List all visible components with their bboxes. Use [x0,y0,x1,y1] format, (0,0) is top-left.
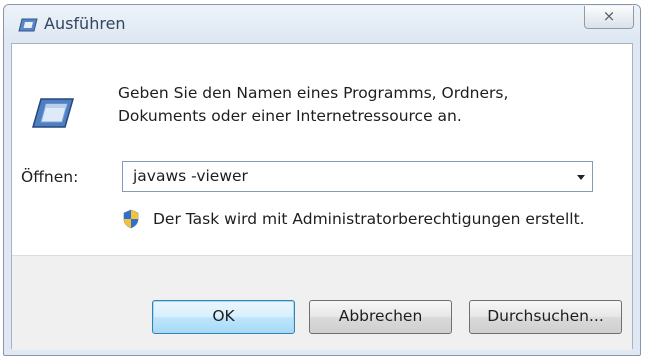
run-dialog-window: Ausführen ⨯ Geben Sie den Namen eines Pr… [3,4,641,356]
description-line-1: Geben Sie den Namen eines Programms, Ord… [118,84,509,102]
title-bar[interactable]: Ausführen ⨯ [4,5,640,43]
close-button[interactable]: ⨯ [584,6,634,29]
shield-icon [123,209,139,229]
dialog-content: Geben Sie den Namen eines Programms, Ord… [12,44,632,255]
admin-note: Der Task wird mit Administratorberechtig… [153,210,585,228]
cancel-button[interactable]: Abbrechen [309,300,452,334]
browse-button[interactable]: Durchsuchen... [469,300,622,334]
window-title: Ausführen [44,14,126,33]
dialog-description: Geben Sie den Namen eines Programms, Ord… [118,82,578,128]
open-input[interactable]: javaws -viewer [133,167,248,185]
run-icon [18,18,38,32]
description-line-2: Dokuments oder einer Internetressource a… [118,107,462,125]
open-label: Öffnen: [21,168,79,186]
open-combobox[interactable]: javaws -viewer [122,161,593,192]
dialog-client-area: Geben Sie den Namen eines Programms, Ord… [11,43,633,350]
ok-button[interactable]: OK [152,300,295,334]
chevron-down-icon[interactable] [577,175,585,180]
close-icon: ⨯ [602,7,616,25]
run-icon [32,98,74,128]
